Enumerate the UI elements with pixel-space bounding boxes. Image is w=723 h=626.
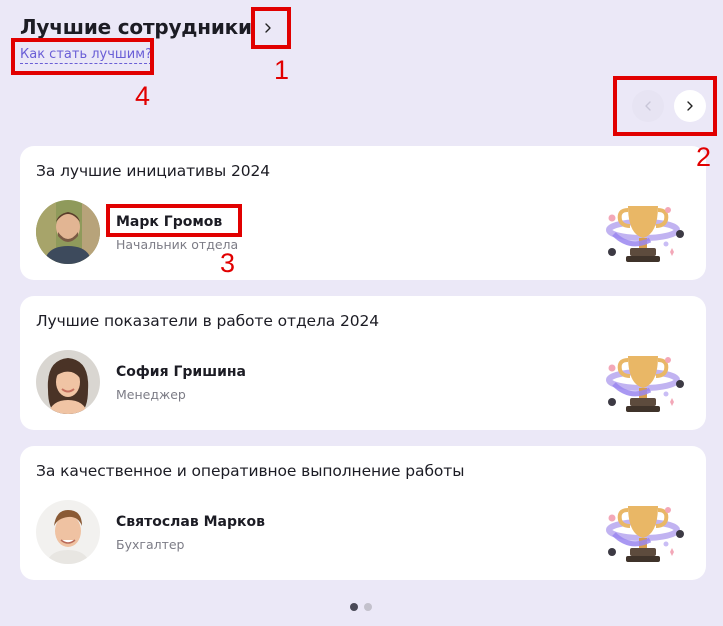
carousel-pagination <box>350 603 372 611</box>
annotation-number-2: 2 <box>696 142 712 172</box>
annotation-number-4: 4 <box>135 81 151 111</box>
trophy-icon <box>606 506 684 562</box>
employee-name[interactable]: София Гришина <box>116 364 246 380</box>
employee-name[interactable]: Святослав Марков <box>116 514 265 530</box>
pagination-dot-1[interactable] <box>350 603 358 611</box>
annotation-box-3 <box>106 204 242 237</box>
page-title: Лучшие сотрудники <box>20 15 252 39</box>
annotation-number-3: 3 <box>220 248 236 278</box>
pagination-dot-2[interactable] <box>364 603 372 611</box>
trophy-icon <box>606 356 684 412</box>
award-card: Лучшие показатели в работе отдела 2024 С… <box>20 296 706 430</box>
annotation-box-4 <box>11 38 154 75</box>
employee-role: Бухгалтер <box>116 537 185 552</box>
trophy-icon <box>606 206 684 262</box>
award-card: За качественное и оперативное выполнение… <box>20 446 706 580</box>
annotation-box-1 <box>251 7 291 49</box>
award-title: За качественное и оперативное выполнение… <box>36 462 465 480</box>
avatar[interactable] <box>36 200 100 264</box>
avatar[interactable] <box>36 500 100 564</box>
annotation-box-2 <box>613 76 717 136</box>
avatar[interactable] <box>36 350 100 414</box>
employee-role: Менеджер <box>116 387 186 402</box>
annotation-number-1: 1 <box>274 55 290 85</box>
award-title: За лучшие инициативы 2024 <box>36 162 271 180</box>
award-title: Лучшие показатели в работе отдела 2024 <box>36 312 380 330</box>
